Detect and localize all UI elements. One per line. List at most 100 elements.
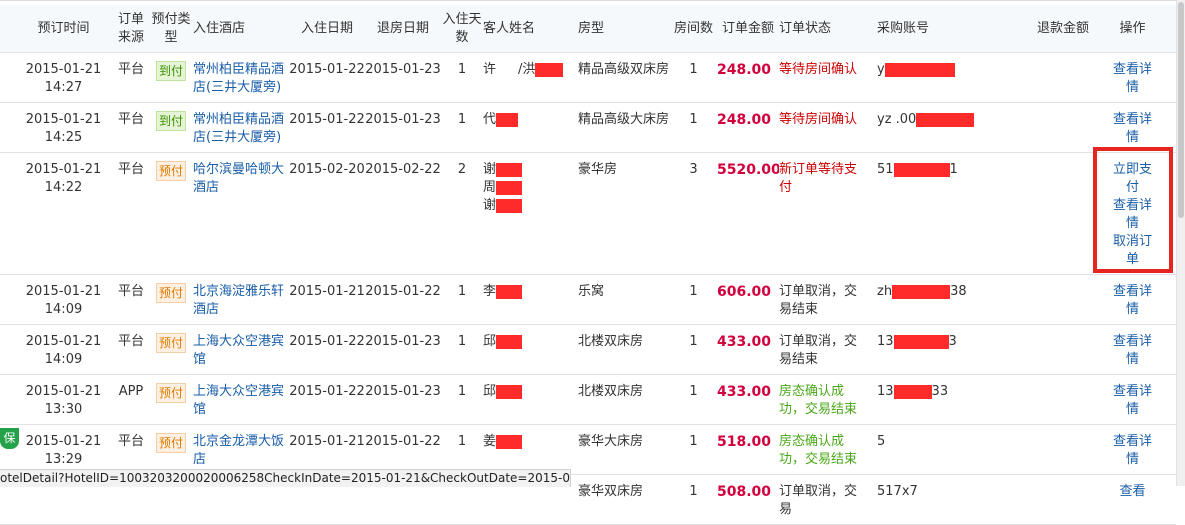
cell-guest: 代 [483, 102, 578, 153]
guest-name-line: 姜 [483, 433, 578, 451]
cell-hotel: 北京海淀雅乐轩酒店 [193, 274, 289, 325]
hotel-link[interactable]: 哈尔滨曼哈顿大酒店 [193, 161, 289, 197]
cell-amount: 5520.00 [717, 152, 779, 275]
table-row: 2015-01-21 14:09 平台 预付 上海大众空港宾馆 2015-01-22 201… [0, 324, 1176, 375]
cell-room-type: 豪华大床房 [578, 424, 670, 475]
cell-purchase-account: y [877, 52, 1025, 103]
cell-nights: 1 [441, 324, 483, 375]
redaction-mark [496, 434, 523, 449]
cell-checkout: 2015-01-23 [365, 102, 441, 153]
redaction-mark [496, 384, 523, 399]
guest-name-line: 邱 [483, 383, 578, 401]
order-amount: 433.00 [717, 334, 772, 350]
hotel-link[interactable]: 上海大众空港宾馆 [193, 383, 289, 419]
cell-checkin: 2015-01-22 [289, 374, 365, 425]
guest-name-line: 邱 [483, 333, 578, 351]
cell-booking-type: 预付 [149, 374, 193, 425]
hotel-link[interactable]: 北京海淀雅乐轩酒店 [193, 283, 289, 319]
redaction-mark [496, 334, 523, 349]
view-details-link[interactable]: 查看详情 [1113, 283, 1153, 319]
guarantee-badge-icon: 保 [0, 428, 19, 449]
cell-checkout: 2015-01-22 [365, 274, 441, 325]
cell-hotel: 常州柏臣精品酒店(三井大厦旁) [193, 52, 289, 103]
cell-refund-amount [1025, 474, 1089, 525]
cell-checkin: 2015-01-22 [289, 102, 365, 153]
cell-guest: 许/洪 [483, 52, 578, 103]
cell-refund-amount [1025, 274, 1089, 325]
cell-room-type: 乐窝 [578, 274, 670, 325]
cell-refund-amount [1025, 424, 1089, 475]
cell-booking-time: 2015-01-21 14:09 [0, 324, 113, 375]
order-amount: 518.00 [717, 434, 772, 450]
cell-nights: 1 [441, 424, 483, 475]
view-details-link[interactable]: 查看详情 [1113, 61, 1153, 97]
header-checkout-date[interactable]: 退房日期 [365, 5, 441, 53]
cell-booking-type: 到付 [149, 52, 193, 103]
header-room-count: 房间数 [670, 5, 717, 53]
table-row: 2015-01-21 14:09 平台 预付 北京海淀雅乐轩酒店 2015-01-21 20… [0, 274, 1176, 325]
cell-room-type: 精品高级大床房 [578, 102, 670, 153]
cell-checkout: 2015-01-23 [365, 52, 441, 103]
cell-checkin: 2015-02-20 [289, 152, 365, 275]
scrollbar-thumb[interactable] [1178, 2, 1184, 218]
cell-nights: 1 [441, 52, 483, 103]
cell-order-source: 平台 [113, 52, 149, 103]
guest-name-line: 代 [483, 111, 578, 129]
cell-refund-amount [1025, 374, 1089, 425]
cell-booking-type: 预付 [149, 424, 193, 475]
table-row: 2015-01-21 14:22 平台 预付 哈尔滨曼哈顿大酒店 2015-02-20 20… [0, 152, 1176, 275]
order-amount: 248.00 [717, 62, 772, 78]
table-header-row: 预订时间 订单来源 预付类型 入住酒店 入住日期 退房日期 入住天数 客人姓名 … [0, 5, 1176, 53]
order-amount: 508.00 [717, 484, 772, 500]
cell-purchase-account: yz .00 [877, 102, 1025, 153]
cell-order-source: 平台 [113, 424, 149, 475]
cell-room-count: 3 [670, 152, 717, 275]
view-details-link[interactable]: 查看详情 [1113, 111, 1153, 147]
cell-order-source: 平台 [113, 274, 149, 325]
cell-actions: 查看详情 [1089, 102, 1176, 153]
cell-order-source: APP [113, 374, 149, 425]
cell-order-status: 订单取消，交易结束 [779, 324, 877, 375]
redaction-mark [535, 62, 564, 77]
cell-actions: 查看 [1089, 474, 1176, 525]
cell-room-count: 1 [670, 374, 717, 425]
cell-room-count: 1 [670, 102, 717, 153]
order-amount: 248.00 [717, 112, 772, 128]
header-checkin-date[interactable]: 入住日期 [289, 5, 365, 53]
cell-booking-time: 2015-01-21 14:22 [0, 152, 113, 275]
cell-room-type: 精品高级双床房 [578, 52, 670, 103]
hotel-link[interactable]: 北京金龙潭大饭店 [193, 433, 289, 469]
header-refund-amount: 退款金额 [1025, 5, 1089, 53]
cell-actions: 查看详情 [1089, 52, 1176, 103]
hotel-link[interactable]: 上海大众空港宾馆 [193, 333, 289, 369]
cell-room-type: 豪华房 [578, 152, 670, 275]
cell-room-type: 北楼双床房 [578, 374, 670, 425]
redaction-mark [893, 334, 949, 349]
header-order-amount: 订单金额 [717, 5, 779, 53]
guest-name-line: 谢 [483, 197, 578, 215]
redaction-mark [496, 112, 519, 127]
order-table: 预订时间 订单来源 预付类型 入住酒店 入住日期 退房日期 入住天数 客人姓名 … [0, 5, 1176, 525]
cell-room-count: 1 [670, 324, 717, 375]
view-details-link[interactable]: 查看详情 [1113, 333, 1153, 369]
cell-amount: 248.00 [717, 102, 779, 153]
header-nights: 入住天数 [441, 5, 483, 53]
cell-checkin: 2015-01-21 [289, 424, 365, 475]
cell-order-status: 新订单等待支付 [779, 152, 877, 275]
view-details-link[interactable]: 查看详情 [1113, 383, 1153, 419]
cell-order-source: 平台 [113, 152, 149, 275]
hotel-link[interactable]: 常州柏臣精品酒店(三井大厦旁) [193, 111, 289, 147]
hotel-link[interactable]: 常州柏臣精品酒店(三井大厦旁) [193, 61, 289, 97]
view-details-link[interactable]: 查看详情 [1113, 433, 1153, 469]
header-room-type: 房型 [578, 5, 670, 53]
cell-order-status: 等待房间确认 [779, 102, 877, 153]
cell-hotel: 上海大众空港宾馆 [193, 324, 289, 375]
redaction-mark [496, 180, 523, 195]
cell-amount: 518.00 [717, 424, 779, 475]
cell-checkout: 2015-01-22 [365, 424, 441, 475]
header-order-status: 订单状态 [779, 5, 877, 53]
cell-hotel: 哈尔滨曼哈顿大酒店 [193, 152, 289, 275]
header-booking-time[interactable]: 预订时间 [0, 5, 113, 53]
cell-checkout: 2015-01-23 [365, 324, 441, 375]
redaction-mark [496, 198, 523, 213]
